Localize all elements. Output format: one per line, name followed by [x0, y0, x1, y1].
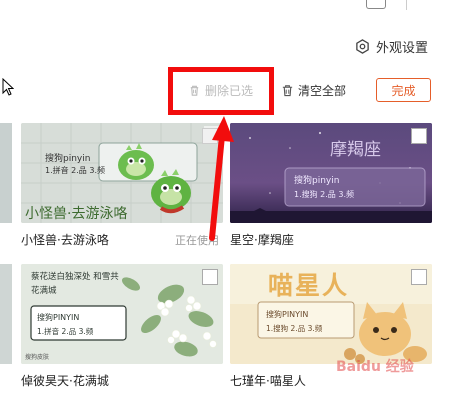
candidate-list: 1.拼音 2.品 3.频 [45, 166, 105, 175]
appearance-settings-label: 外观设置 [376, 40, 429, 56]
skin-banner-text: 喵星人 [268, 271, 350, 300]
skin-card-monster[interactable]: 搜狗pinyin 1.拼音 2.品 3.频 小怪兽·去游泳咯 [21, 123, 223, 223]
trash-icon [282, 85, 293, 97]
skin-checkbox[interactable] [202, 269, 218, 285]
skin-checkbox[interactable] [411, 269, 427, 285]
partial-skin-card [0, 264, 12, 364]
skin-banner-text: 小怪兽·去游泳咯 [25, 206, 128, 222]
skin-card-cat[interactable]: 喵星人 搜狗PINYIN 1.搜狗 2.品 3.频 [230, 264, 432, 364]
appearance-settings-button[interactable]: 外观设置 [355, 36, 428, 56]
skin-footer-text: 搜狗皮肤 [25, 354, 50, 361]
input-window-title: 搜狗pinyin [294, 176, 340, 186]
skin-checkbox[interactable] [411, 128, 427, 144]
done-button[interactable]: 完成 [376, 78, 431, 102]
skin-name: 七瑾年·喵星人 [230, 374, 306, 388]
skin-banner-text: 蔡花送白独深处 和雪共花满城 [31, 272, 119, 296]
delete-selected-button[interactable]: 删除已选 [188, 82, 253, 99]
input-window-title: 搜狗pinyin [45, 154, 91, 164]
input-window-title: 搜狗PINYIN [266, 310, 309, 319]
window-control-icon[interactable] [366, 0, 386, 9]
clear-all-label: 清空全部 [298, 84, 347, 98]
watermark-logo: Baidu 经验 [336, 359, 414, 375]
clear-all-button[interactable]: 清空全部 [281, 82, 346, 99]
skin-name: 小怪兽·去游泳咯 [21, 233, 109, 247]
partial-skin-card [0, 123, 12, 223]
gear-icon [356, 38, 369, 54]
skin-card-flowers[interactable]: 蔡花送白独深处 和雪共花满城 搜狗PINYIN 1.拼音 2.品 3.频 搜狗皮… [21, 264, 223, 364]
candidate-list: 1.搜狗 2.品 3.频 [294, 190, 354, 199]
mouse-cursor-icon [2, 78, 14, 96]
annotation-arrow-icon [209, 116, 234, 241]
skin-card-starry[interactable]: 摩羯座 搜狗pinyin 1.搜狗 2.品 3.频 [230, 123, 432, 223]
delete-selected-label: 删除已选 [205, 84, 254, 98]
delete-icon [190, 85, 199, 96]
skin-name: 倬彼昊天·花满城 [21, 374, 109, 388]
candidate-list: 1.拼音 2.品 3.频 [37, 327, 94, 336]
candidate-list: 1.搜狗 2.品 3.频 [266, 324, 323, 333]
divider [406, 0, 407, 10]
input-window-title: 搜狗PINYIN [37, 313, 80, 322]
skin-banner-text: 摩羯座 [330, 140, 381, 160]
